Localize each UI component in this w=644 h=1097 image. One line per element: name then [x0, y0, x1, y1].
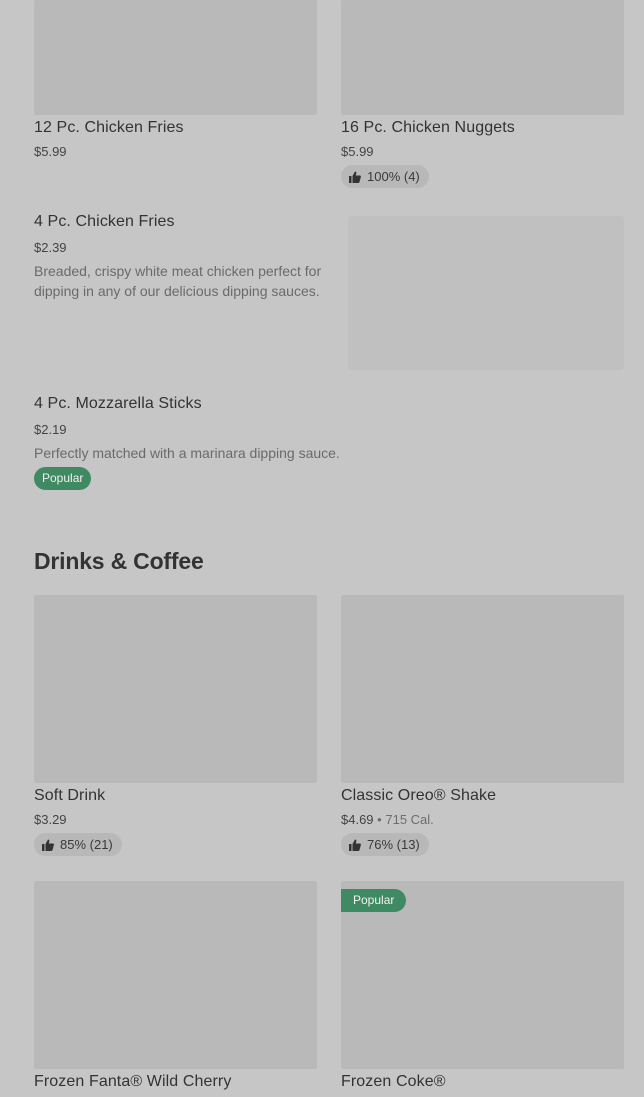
item-price: $3.29 [34, 812, 67, 827]
item-description: Perfectly matched with a marinara dippin… [34, 445, 340, 461]
calories: 715 Cal. [385, 812, 434, 827]
thumbs-up-icon [349, 839, 361, 851]
rating-pill: 100% (4) [341, 165, 429, 188]
item-name[interactable]: 12 Pc. Chicken Fries [34, 119, 184, 137]
rating-pill: 76% (13) [341, 833, 429, 856]
item-name[interactable]: 4 Pc. Chicken Fries [34, 213, 175, 231]
item-image-classic-oreo-shake[interactable] [341, 595, 624, 783]
item-image-16pc-chicken-nuggets[interactable] [341, 0, 624, 115]
item-name[interactable]: Frozen Coke® [341, 1073, 446, 1091]
popular-badge: Popular [341, 889, 407, 912]
section-title: Drinks & Coffee [34, 548, 204, 574]
item-price: $5.99 [34, 144, 67, 159]
rating-text: 76% (13) [367, 837, 420, 852]
item-image-12pc-chicken-fries[interactable] [34, 0, 317, 115]
rating-text: 85% (21) [60, 837, 113, 852]
thumbs-up-icon [349, 171, 361, 183]
separator-dot: • [377, 812, 382, 827]
item-image-frozen-fanta[interactable] [34, 881, 317, 1069]
rating-text: 100% (4) [367, 169, 420, 184]
popular-badge: Popular [34, 467, 92, 490]
item-price: $4.69 [341, 812, 374, 827]
item-price: $2.39 [34, 240, 67, 255]
item-name[interactable]: 4 Pc. Mozzarella Sticks [34, 395, 202, 413]
item-name[interactable]: Frozen Fanta® Wild Cherry [34, 1073, 231, 1091]
item-name[interactable]: 16 Pc. Chicken Nuggets [341, 119, 515, 137]
item-name[interactable]: Soft Drink [34, 787, 105, 805]
item-description: Breaded, crispy white meat chicken perfe… [34, 263, 322, 299]
item-image-4pc-chicken-fries[interactable] [348, 216, 624, 370]
item-image-soft-drink[interactable] [34, 595, 317, 783]
item-name[interactable]: Classic Oreo® Shake [341, 787, 496, 805]
item-price: $2.19 [34, 422, 67, 437]
item-price: $5.99 [341, 144, 374, 159]
thumbs-up-icon [42, 839, 54, 851]
item-price-calories: $4.69 • 715 Cal. [341, 812, 434, 827]
rating-pill: 85% (21) [34, 833, 122, 856]
